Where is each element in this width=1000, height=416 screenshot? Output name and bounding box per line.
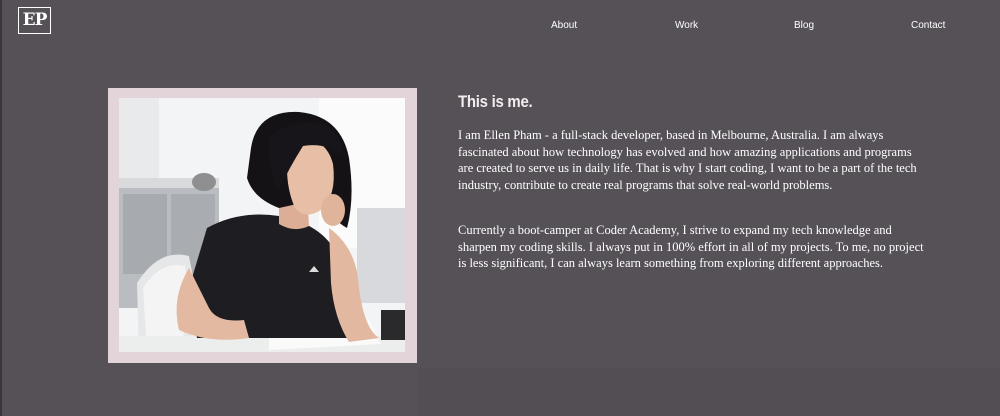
nav-link-contact[interactable]: Contact [911,19,945,33]
nav-link-about[interactable]: About [551,19,577,33]
bio-paragraph-2: Currently a boot-camper at Coder Academy… [458,223,924,270]
main-nav: About Work Blog Contact [2,19,1000,33]
bio-paragraph-1: I am Ellen Pham - a full-stack developer… [458,128,917,192]
section-heading: This is me. [458,92,533,111]
profile-photo-frame [108,88,417,363]
nav-link-work[interactable]: Work [675,19,698,33]
page: EP About Work Blog Contact This is me. I… [0,0,1000,416]
profile-photo [119,98,405,352]
bottom-shade [418,368,1000,416]
nav-link-blog[interactable]: Blog [794,19,814,33]
